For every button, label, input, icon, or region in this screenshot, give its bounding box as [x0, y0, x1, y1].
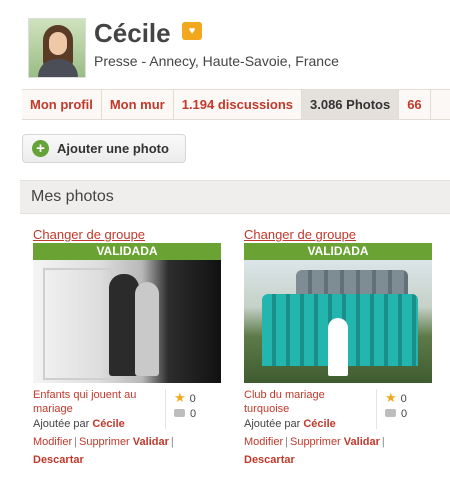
- photo-stats: ★ 0 0: [376, 389, 416, 429]
- edit-link[interactable]: Modifier: [244, 436, 283, 448]
- tab-photos[interactable]: 3.086 Photos: [302, 90, 400, 119]
- delete-link[interactable]: Supprimer: [290, 436, 341, 448]
- added-by-label: Ajoutée par: [33, 418, 90, 430]
- photo-actions: Modifier | Supprimer Validar | Descartar: [244, 434, 424, 468]
- tab-mon-mur[interactable]: Mon mur: [102, 90, 174, 119]
- star-icon[interactable]: ★: [385, 390, 397, 405]
- photo-card: Changer de groupe VALIDADA Enfants qui j…: [33, 227, 229, 475]
- comment-icon[interactable]: [174, 409, 185, 417]
- photo-title-link[interactable]: Club du mariage turquoise: [244, 388, 368, 416]
- profile-tabs: Mon profil Mon mur 1.194 discussions 3.0…: [22, 89, 450, 120]
- avatar[interactable]: [28, 18, 86, 78]
- photo-stats: ★ 0 0: [165, 389, 205, 429]
- profile-subtitle: Presse - Annecy, Haute-Savoie, France: [94, 53, 339, 69]
- star-count: 0: [400, 393, 407, 405]
- add-photo-label: Ajouter une photo: [57, 141, 169, 156]
- photo-thumbnail[interactable]: [244, 260, 432, 383]
- added-by: Ajoutée par Cécile: [244, 418, 336, 430]
- discard-link[interactable]: Descartar: [33, 452, 213, 468]
- status-badge: VALIDADA: [244, 243, 432, 260]
- validate-link[interactable]: Validar: [344, 436, 380, 448]
- plus-circle-icon: +: [32, 140, 49, 157]
- add-photo-button[interactable]: + Ajouter une photo: [22, 134, 186, 163]
- section-title: Mes photos: [31, 188, 114, 205]
- comment-icon[interactable]: [385, 409, 396, 417]
- photo-card: Changer de groupe VALIDADA Club du maria…: [244, 227, 440, 475]
- tab-mon-profil[interactable]: Mon profil: [22, 90, 102, 119]
- change-group-link[interactable]: Changer de groupe: [244, 227, 440, 243]
- comment-count: 0: [401, 408, 408, 420]
- validate-link[interactable]: Validar: [133, 436, 169, 448]
- tab-discussions[interactable]: 1.194 discussions: [174, 90, 302, 119]
- delete-link[interactable]: Supprimer: [79, 436, 130, 448]
- star-count: 0: [189, 393, 196, 405]
- photos-section-header: Mes photos: [20, 180, 450, 214]
- comment-count: 0: [190, 408, 197, 420]
- change-group-link[interactable]: Changer de groupe: [33, 227, 229, 243]
- added-by: Ajoutée par Cécile: [33, 418, 125, 430]
- tab-more[interactable]: 66: [399, 90, 431, 119]
- profile-header: Cécile ♥ Presse - Annecy, Haute-Savoie, …: [28, 18, 448, 82]
- edit-link[interactable]: Modifier: [33, 436, 72, 448]
- heart-badge-icon: ♥: [182, 22, 202, 40]
- author-link[interactable]: Cécile: [92, 418, 124, 430]
- profile-name: Cécile: [94, 18, 171, 48]
- photo-thumbnail[interactable]: [33, 260, 221, 383]
- photo-title-link[interactable]: Enfants qui jouent au mariage: [33, 388, 157, 416]
- author-link[interactable]: Cécile: [303, 418, 335, 430]
- star-icon[interactable]: ★: [174, 390, 186, 405]
- photo-actions: Modifier | Supprimer Validar | Descartar: [33, 434, 213, 468]
- status-badge: VALIDADA: [33, 243, 221, 260]
- discard-link[interactable]: Descartar: [244, 452, 424, 468]
- added-by-label: Ajoutée par: [244, 418, 301, 430]
